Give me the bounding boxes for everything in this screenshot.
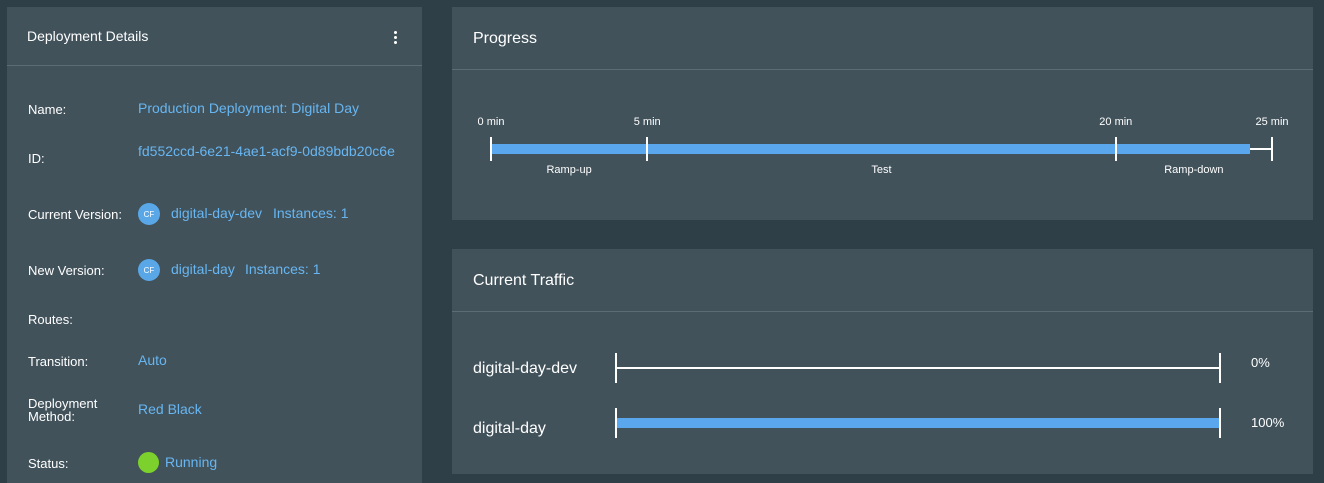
name-value[interactable]: Production Deployment: Digital Day (138, 101, 359, 116)
routes-label: Routes: (28, 312, 73, 327)
phase-label-ramp-up: Ramp-up (546, 164, 592, 176)
status-label: Status: (28, 456, 69, 471)
timeline-progress-bar (491, 144, 1251, 154)
id-value[interactable]: fd552ccd-6e21-4ae1-acf9-0d89bdb20c6e (138, 144, 396, 158)
traffic-track-start (615, 408, 617, 438)
current-traffic-panel: Current Traffic digital-day-dev 0% digit… (452, 249, 1313, 474)
deployment-method-label: Deployment Method: (28, 396, 98, 424)
status-dot-icon (138, 452, 159, 473)
new-version-label: New Version: (28, 263, 105, 278)
timeline-tick (1114, 137, 1117, 161)
new-version-app[interactable]: digital-day (171, 262, 235, 277)
deployment-details-header: Deployment Details (7, 7, 422, 66)
tick-label: 5 min (633, 116, 661, 128)
timeline-tick (1271, 137, 1273, 161)
progress-timeline: 0 min 5 min 20 min 25 min Ramp-up Test R… (452, 7, 1313, 220)
traffic-track-start (615, 353, 617, 383)
cloud-foundry-badge-icon: CF (138, 203, 160, 225)
current-version-label: Current Version: (28, 207, 122, 222)
timeline-tick (646, 137, 649, 161)
traffic-bar (616, 418, 1220, 428)
kebab-menu-icon[interactable] (390, 28, 400, 46)
id-label: ID: (28, 151, 45, 166)
current-traffic-title: Current Traffic (473, 272, 575, 289)
new-version-instances[interactable]: Instances: 1 (245, 262, 321, 277)
deployment-details-title: Deployment Details (27, 28, 149, 44)
cloud-foundry-badge-icon: CF (138, 259, 160, 281)
traffic-track (616, 367, 1220, 369)
tick-label: 0 min (477, 116, 505, 128)
timeline-tick (490, 137, 492, 161)
deployment-method-value[interactable]: Red Black (138, 402, 202, 417)
traffic-track-end (1219, 408, 1221, 438)
traffic-percent: 0% (1251, 355, 1270, 370)
traffic-track-end (1219, 353, 1221, 383)
phase-label-test: Test (871, 164, 892, 176)
progress-panel: Progress 0 min 5 min 20 min 25 min Ramp-… (452, 7, 1313, 220)
traffic-percent: 100% (1251, 415, 1285, 430)
tick-label: 25 min (1255, 116, 1289, 128)
transition-label: Transition: (28, 354, 89, 369)
current-traffic-header: Current Traffic (452, 249, 1313, 312)
deployment-details-panel: Deployment Details Name: Production Depl… (7, 7, 422, 483)
name-label: Name: (28, 102, 67, 117)
traffic-row-label: digital-day-dev (473, 360, 578, 377)
tick-label: 20 min (1099, 116, 1133, 128)
current-version-app[interactable]: digital-day-dev (171, 206, 262, 221)
phase-label-ramp-down: Ramp-down (1164, 164, 1224, 176)
traffic-row-label: digital-day (473, 420, 546, 437)
current-version-instances[interactable]: Instances: 1 (273, 206, 349, 221)
status-value: Running (165, 454, 218, 470)
transition-value[interactable]: Auto (138, 353, 167, 368)
